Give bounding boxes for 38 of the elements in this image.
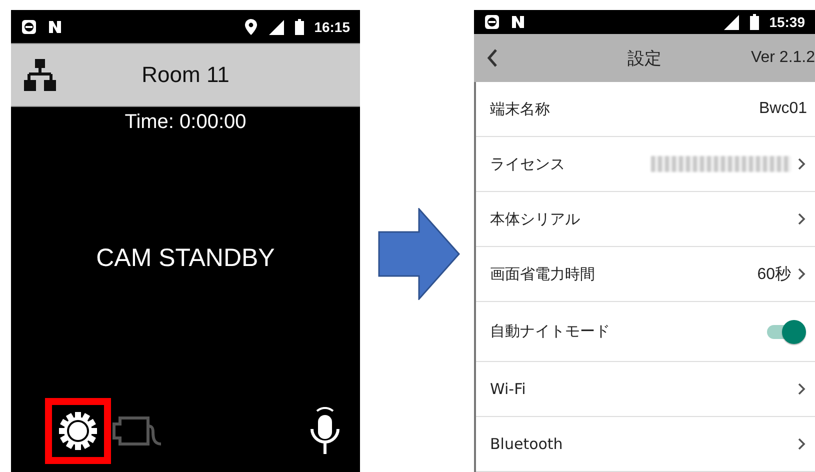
row-label: Bluetooth	[490, 435, 564, 453]
signal-icon	[267, 18, 286, 34]
status-time: 15:39	[769, 14, 805, 30]
app-icon	[21, 18, 37, 34]
location-icon	[245, 18, 258, 34]
settings-title: 設定	[626, 48, 662, 70]
right-arrow-icon	[378, 208, 460, 300]
settings-icon[interactable]	[58, 411, 98, 451]
settings-row[interactable]: Wi-Fi	[476, 362, 815, 417]
signal-icon	[722, 14, 740, 30]
row-label: ライセンス	[490, 154, 566, 174]
camera-status: CAM STANDBY	[96, 244, 275, 273]
n-icon	[510, 14, 526, 30]
row-value: 60秒	[757, 264, 791, 284]
row-label: 本体シリアル	[490, 210, 581, 228]
settings-row[interactable]: 自動ナイトモード	[476, 302, 815, 362]
microphone-icon[interactable]	[308, 407, 342, 455]
toggle-switch[interactable]	[765, 318, 807, 344]
timer-text: Time: 0:00:00	[124, 111, 246, 134]
status-time: 16:15	[314, 18, 350, 34]
row-label: 画面省電力時間	[490, 264, 596, 284]
settings-row[interactable]: 画面省電力時間 60秒	[476, 247, 815, 302]
settings-row[interactable]: Bluetooth	[476, 417, 815, 472]
row-value: Bwc01	[758, 100, 807, 118]
room-title: Room 11	[140, 62, 230, 88]
version-text: Ver 2.1.2	[750, 49, 815, 67]
settings-row[interactable]: 本体シリアル	[476, 192, 815, 247]
row-label: 自動ナイトモード	[490, 322, 611, 341]
row-label: Wi-Fi	[490, 380, 527, 398]
battery-icon	[295, 18, 304, 34]
n-icon	[47, 18, 63, 34]
battery-icon	[750, 14, 760, 30]
network-icon[interactable]	[23, 58, 57, 92]
row-label: 端末名称	[490, 100, 551, 118]
settings-row[interactable]: 端末名称 Bwc01	[476, 82, 815, 137]
back-icon[interactable]	[486, 48, 498, 68]
app-icon	[484, 14, 500, 30]
settings-row[interactable]: ライセンス	[476, 137, 815, 192]
